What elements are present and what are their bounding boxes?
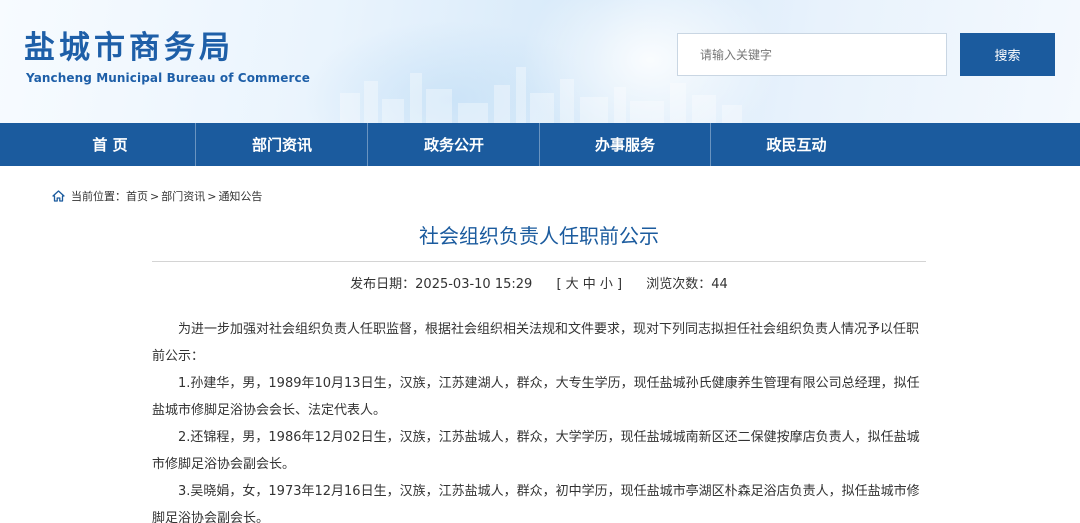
- nav-item-government-affairs[interactable]: 政务公开: [369, 123, 540, 166]
- article-body: 为进一步加强对社会组织负责人任职监督，根据社会组织相关法规和文件要求，现对下列同…: [152, 316, 926, 523]
- article-paragraph: 3.吴晓娟，女，1973年12月16日生，汉族，江苏盐城人，群众，初中学历，现任…: [152, 484, 920, 523]
- breadcrumb-item-home[interactable]: 首页: [126, 188, 148, 204]
- breadcrumb-prefix: 当前位置：: [71, 190, 126, 203]
- article-paragraph: 1.孙建华，男，1989年10月13日生，汉族，江苏建湖人，群众，大专生学历，现…: [152, 376, 920, 418]
- breadcrumb-separator: >: [207, 189, 217, 203]
- font-size-control[interactable]: [ 大 中 小 ]: [556, 277, 622, 292]
- view-count: 浏览次数：44: [646, 277, 728, 292]
- search-button[interactable]: 搜索: [960, 33, 1055, 76]
- site-header: 盐城市商务局 Yancheng Municipal Bureau of Comm…: [0, 0, 1080, 123]
- nav-item-interaction[interactable]: 政民互动: [711, 123, 882, 166]
- article-title: 社会组织负责人任职前公示: [419, 224, 659, 248]
- article-meta: 发布日期：2025-03-10 15:29 [ 大 中 小 ] 浏览次数：44: [152, 276, 926, 294]
- main-nav: 首 页 部门资讯 政务公开 办事服务 政民互动: [0, 123, 1080, 166]
- article-paragraph: 2.还锦程，男，1986年12月02日生，汉族，江苏盐城人，群众，大学学历，现任…: [152, 430, 920, 472]
- nav-item-services[interactable]: 办事服务: [540, 123, 711, 166]
- search-input[interactable]: [677, 33, 947, 76]
- breadcrumb-item-department-news[interactable]: 部门资讯: [161, 188, 205, 204]
- home-icon: [52, 190, 65, 202]
- site-logo-title[interactable]: 盐城市商务局: [24, 30, 234, 66]
- breadcrumb-separator: >: [150, 189, 160, 203]
- publish-date: 发布日期：2025-03-10 15:29: [350, 277, 533, 292]
- breadcrumb: 当前位置： 首页 > 部门资讯 > 通知公告: [52, 188, 262, 204]
- nav-item-home[interactable]: 首 页: [25, 123, 196, 166]
- site-logo-subtitle[interactable]: Yancheng Municipal Bureau of Commerce: [26, 71, 310, 85]
- nav-item-department-news[interactable]: 部门资讯: [197, 123, 368, 166]
- article-paragraph: 为进一步加强对社会组织负责人任职监督，根据社会组织相关法规和文件要求，现对下列同…: [152, 322, 920, 364]
- title-divider: [152, 261, 926, 262]
- breadcrumb-item-notices[interactable]: 通知公告: [218, 188, 262, 204]
